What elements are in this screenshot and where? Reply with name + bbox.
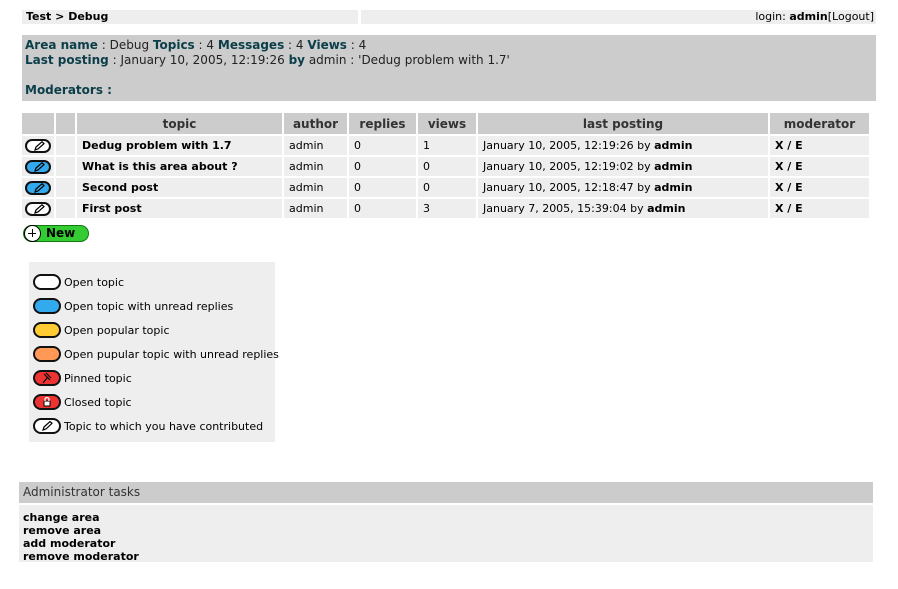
unread-contributed-icon[interactable] (25, 159, 51, 174)
new-topic-button[interactable]: New (23, 225, 89, 242)
legend-item: Open topic with unread replies (33, 298, 233, 316)
last-posting-row: Last posting : January 10, 2005, 12:19:2… (25, 53, 510, 67)
last-posting-label: Last posting (25, 53, 109, 67)
breadcrumb-bar: Test > Debug (22, 10, 358, 24)
topic-title-link[interactable]: Dedug problem with 1.7 (82, 139, 232, 152)
views-cell: 3 (418, 197, 476, 218)
table-row: Dedug problem with 1.7 admin 0 1 January… (22, 134, 869, 155)
logout-link[interactable]: [Logout] (828, 10, 874, 23)
table-header-row: topic author replies views last posting … (22, 113, 869, 134)
header-author: author (284, 113, 347, 134)
breadcrumb-current: Debug (68, 10, 109, 23)
admin-tasks-header: Administrator tasks (19, 482, 873, 503)
admin-tasks-title: Administrator tasks (23, 485, 141, 499)
table-row: First post admin 0 3 January 7, 2005, 15… (22, 197, 869, 218)
header-topic: topic (77, 113, 282, 134)
login-prefix: login: (755, 10, 786, 23)
contributed-topic-icon (33, 418, 61, 434)
topics-count: 4 (206, 38, 215, 52)
unread-contributed-icon[interactable] (25, 180, 51, 195)
header-replies: replies (349, 113, 416, 134)
area-name-label: Area name (25, 38, 98, 52)
views-label: Views (307, 38, 347, 52)
legend-item: Open topic (33, 274, 124, 292)
breadcrumb: Test > Debug (26, 10, 108, 24)
moderators-row: Moderators : (25, 83, 112, 98)
last-posting-cell: January 10, 2005, 12:19:02 by admin (478, 155, 768, 176)
topic-title-link[interactable]: First post (82, 202, 142, 215)
replies-cell: 0 (349, 155, 416, 176)
topic-title-link[interactable]: What is this area about ? (82, 160, 238, 173)
legend-item: Pinned topic (33, 370, 132, 388)
author-cell: admin (284, 197, 347, 218)
plus-circle-icon (24, 225, 41, 242)
author-cell: admin (284, 134, 347, 155)
login-user: admin (789, 10, 828, 23)
remove-area-link[interactable]: remove area (23, 524, 101, 537)
last-posting-cell: January 10, 2005, 12:19:26 by admin (478, 134, 768, 155)
last-posting-cell: January 7, 2005, 15:39:04 by admin (478, 197, 768, 218)
views-cell: 0 (418, 176, 476, 197)
header-icon-col (22, 113, 54, 134)
header-moderator: moderator (770, 113, 869, 134)
moderator-actions[interactable]: X / E (770, 155, 869, 176)
topics-table: topic author replies views last posting … (20, 113, 871, 218)
author-cell: admin (284, 155, 347, 176)
views-count: 4 (358, 38, 367, 52)
area-stats: Area name : Debug Topics : 4 Messages : … (25, 38, 367, 52)
messages-label: Messages (217, 38, 285, 52)
moderator-actions[interactable]: X / E (770, 176, 869, 197)
table-row: What is this area about ? admin 0 0 Janu… (22, 155, 869, 176)
last-posting-topic[interactable]: 'Dedug problem with 1.7' (358, 53, 510, 67)
breadcrumb-root[interactable]: Test (26, 10, 51, 23)
legend-item: Topic to which you have contributed (33, 418, 263, 436)
replies-cell: 0 (349, 176, 416, 197)
open-contributed-icon[interactable] (25, 201, 51, 216)
legend-item: Closed topic (33, 394, 132, 412)
open-topic-icon (33, 274, 61, 290)
popular-unread-topic-icon (33, 346, 61, 362)
header-blank-col (56, 113, 75, 134)
login-bar: login: admin[Logout] (361, 10, 876, 24)
views-cell: 0 (418, 155, 476, 176)
topics-label: Topics (152, 38, 195, 52)
legend-item: Open pupular topic with unread replies (33, 346, 279, 364)
open-contributed-icon[interactable] (25, 138, 51, 153)
admin-tasks-list: change area remove area add moderator re… (19, 505, 873, 563)
unread-topic-icon (33, 298, 61, 314)
moderator-actions[interactable]: X / E (770, 134, 869, 155)
replies-cell: 0 (349, 134, 416, 155)
author-cell: admin (284, 176, 347, 197)
moderators-label: Moderators : (25, 83, 112, 97)
messages-count: 4 (295, 38, 304, 52)
area-name-value: Debug (109, 38, 150, 52)
topic-title-link[interactable]: Second post (82, 181, 158, 194)
popular-topic-icon (33, 322, 61, 338)
last-posting-cell: January 10, 2005, 12:18:47 by admin (478, 176, 768, 197)
add-moderator-link[interactable]: add moderator (23, 537, 115, 550)
replies-cell: 0 (349, 197, 416, 218)
change-area-link[interactable]: change area (23, 511, 100, 524)
moderator-actions[interactable]: X / E (770, 197, 869, 218)
breadcrumb-separator: > (55, 10, 65, 23)
last-posting-date: January 10, 2005, 12:19:26 (120, 53, 285, 67)
header-last-posting: last posting (478, 113, 768, 134)
views-cell: 1 (418, 134, 476, 155)
legend-item: Open popular topic (33, 322, 170, 340)
login-status: login: admin[Logout] (755, 10, 874, 24)
topic-legend: Open topic Open topic with unread replie… (29, 262, 279, 442)
header-views: views (418, 113, 476, 134)
table-row: Second post admin 0 0 January 10, 2005, … (22, 176, 869, 197)
closed-topic-icon (33, 394, 61, 410)
remove-moderator-link[interactable]: remove moderator (23, 550, 139, 563)
last-posting-by: by (288, 53, 305, 67)
new-topic-label: New (46, 226, 76, 240)
last-posting-user: admin (308, 53, 347, 67)
pinned-topic-icon (33, 370, 61, 386)
area-info-panel: Area name : Debug Topics : 4 Messages : … (22, 35, 876, 101)
